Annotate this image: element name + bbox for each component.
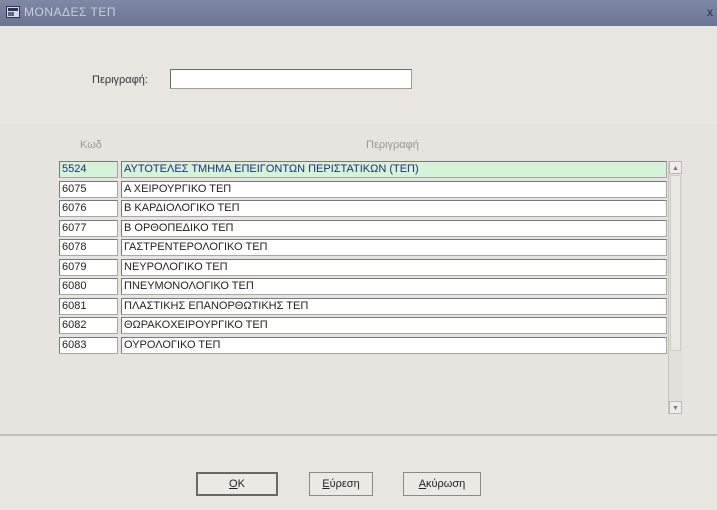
row-code-cell[interactable]: 6077	[59, 219, 118, 237]
description-label: Περιγραφή:	[92, 74, 148, 86]
list-row[interactable]: 6075 Α ΧΕΙΡΟΥΡΓΙΚΟ ΤΕΠ	[59, 180, 667, 198]
cancel-button[interactable]: Ακύρωση	[403, 472, 481, 496]
row-code-cell[interactable]: 6081	[59, 297, 118, 315]
list-row[interactable]: 6077 Β ΟΡΘΟΠΕΔΙΚΟ ΤΕΠ	[59, 219, 667, 237]
ok-button-label: K	[237, 478, 245, 490]
scroll-thumb[interactable]	[670, 175, 681, 351]
find-button-label: ύρεση	[329, 478, 360, 490]
row-description-cell[interactable]: Β ΚΑΡΔΙΟΛΟΓΙΚΟ ΤΕΠ	[121, 200, 667, 217]
row-code-cell[interactable]: 6075	[59, 180, 118, 198]
row-description-cell[interactable]: ΓΑΣΤΡΕΝΤΕΡΟΛΟΓΙΚΟ ΤΕΠ	[121, 239, 667, 256]
scroll-down-arrow-icon[interactable]: ▼	[669, 401, 682, 414]
results-list: 5524 ΑΥΤΟΤΕΛΕΣ ΤΜΗΜΑ ΕΠΕΙΓΟΝΤΩΝ ΠΕΡΙΣΤΑΤΙ…	[59, 161, 667, 356]
row-description-cell[interactable]: Β ΟΡΘΟΠΕΔΙΚΟ ΤΕΠ	[121, 219, 667, 237]
list-row[interactable]: 5524 ΑΥΤΟΤΕΛΕΣ ΤΜΗΜΑ ΕΠΕΙΓΟΝΤΩΝ ΠΕΡΙΣΤΑΤΙ…	[59, 161, 667, 178]
list-row[interactable]: 6081 ΠΛΑΣΤΙΚΗΣ ΕΠΑΝΟΡΘΩΤΙΚΗΣ ΤΕΠ	[59, 297, 667, 315]
list-row[interactable]: 6076 Β ΚΑΡΔΙΟΛΟΓΙΚΟ ΤΕΠ	[59, 200, 667, 217]
row-description-cell[interactable]: ΟΥΡΟΛΟΓΙΚΟ ΤΕΠ	[121, 336, 667, 354]
row-description-cell[interactable]: ΘΩΡΑΚΟΧΕΙΡΟΥΡΓΙΚΟ ΤΕΠ	[121, 317, 667, 334]
description-search-input[interactable]	[170, 69, 412, 89]
app-window-icon	[6, 6, 20, 18]
list-row[interactable]: 6079 ΝΕΥΡΟΛΟΓΙΚΟ ΤΕΠ	[59, 258, 667, 276]
row-code-cell[interactable]: 6080	[59, 278, 118, 295]
row-description-cell[interactable]: ΑΥΤΟΤΕΛΕΣ ΤΜΗΜΑ ΕΠΕΙΓΟΝΤΩΝ ΠΕΡΙΣΤΑΤΙΚΩΝ …	[121, 161, 667, 178]
find-button-accel: Ε	[322, 478, 330, 490]
list-row[interactable]: 6080 ΠΝΕΥΜΟΝΟΛΟΓΙΚΟ ΤΕΠ	[59, 278, 667, 295]
find-button[interactable]: Εύρεση	[309, 472, 373, 496]
list-row[interactable]: 6083 ΟΥΡΟΛΟΓΙΚΟ ΤΕΠ	[59, 336, 667, 354]
cancel-button-label: κύρωση	[426, 478, 466, 490]
column-header-code: Κωδ	[80, 139, 102, 151]
row-description-cell[interactable]: Α ΧΕΙΡΟΥΡΓΙΚΟ ΤΕΠ	[121, 180, 667, 198]
row-code-cell[interactable]: 6082	[59, 317, 118, 334]
window-title: ΜΟΝΑΔΕΣ ΤΕΠ	[24, 5, 117, 19]
row-code-cell[interactable]: 6076	[59, 200, 118, 217]
column-header-description: Περιγραφή	[366, 139, 419, 151]
scroll-up-arrow-icon[interactable]: ▲	[669, 161, 682, 174]
row-description-cell[interactable]: ΠΛΑΣΤΙΚΗΣ ΕΠΑΝΟΡΘΩΤΙΚΗΣ ΤΕΠ	[121, 297, 667, 315]
row-code-cell[interactable]: 6083	[59, 336, 118, 354]
row-code-cell[interactable]: 6078	[59, 239, 118, 256]
list-row[interactable]: 6078 ΓΑΣΤΡΕΝΤΕΡΟΛΟΓΙΚΟ ΤΕΠ	[59, 239, 667, 256]
cancel-button-accel: Α	[418, 478, 427, 490]
list-row[interactable]: 6082 ΘΩΡΑΚΟΧΕΙΡΟΥΡΓΙΚΟ ΤΕΠ	[59, 317, 667, 334]
row-code-cell[interactable]: 6079	[59, 258, 118, 276]
row-description-cell[interactable]: ΠΝΕΥΜΟΝΟΛΟΓΙΚΟ ΤΕΠ	[121, 278, 667, 295]
row-code-cell[interactable]: 5524	[59, 161, 118, 178]
list-scrollbar[interactable]: ▲ ▼	[668, 161, 682, 414]
ok-button[interactable]: OK	[196, 472, 278, 496]
row-description-cell[interactable]: ΝΕΥΡΟΛΟΓΙΚΟ ΤΕΠ	[121, 258, 667, 276]
close-icon[interactable]: x	[707, 5, 713, 19]
ok-button-accel: O	[229, 478, 238, 490]
title-bar[interactable]: ΜΟΝΑΔΕΣ ΤΕΠ x	[0, 0, 717, 26]
